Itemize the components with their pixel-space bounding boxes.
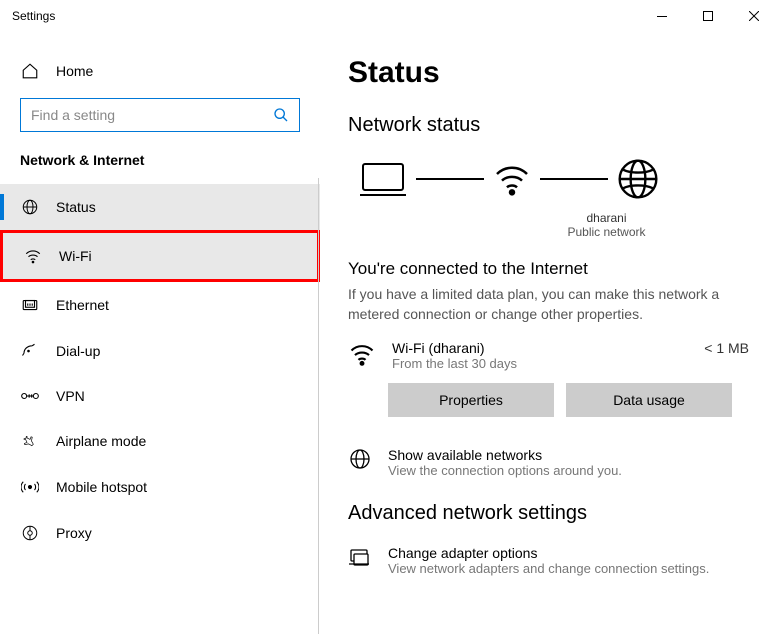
nav-label: Airplane mode [56,433,146,449]
nav-label: Dial-up [56,343,100,359]
search-icon [273,107,289,123]
vpn-icon [20,389,40,403]
diagram-labels: dharani Public network [464,211,749,239]
nav-hotspot[interactable]: Mobile hotspot [0,464,320,510]
search-placeholder: Find a setting [31,107,115,123]
nav-status[interactable]: Status [0,184,320,230]
home-label: Home [56,63,93,79]
maximize-button[interactable] [685,0,731,32]
adapter-title: Change adapter options [388,545,709,561]
nav-proxy[interactable]: Proxy [0,510,320,556]
connection-name: Wi-Fi (dharani) [392,340,688,356]
main-content: Status Network status dharani Public net… [320,32,777,634]
sidebar: Home Find a setting Network & Internet S… [0,32,320,634]
nav-airplane[interactable]: Airplane mode [0,418,320,464]
adapter-sub: View network adapters and change connect… [388,561,709,576]
network-name: dharani [464,211,749,225]
network-status-title: Network status [348,114,749,137]
airplane-icon [20,432,40,450]
status-icon [20,198,40,216]
nav-wifi[interactable]: Wi-Fi [0,230,320,282]
proxy-icon [20,524,40,542]
divider [318,178,319,634]
data-usage-button[interactable]: Data usage [566,383,732,417]
adapter-icon [348,545,372,569]
globe-diagram-icon [616,157,660,201]
window-title: Settings [12,9,55,23]
nav-vpn[interactable]: VPN [0,374,320,418]
connection-sub: From the last 30 days [392,356,688,371]
nav-label: Proxy [56,525,92,541]
nav-label: Mobile hotspot [56,479,147,495]
page-title: Status [348,56,749,90]
connection-row: Wi-Fi (dharani) From the last 30 days < … [348,340,749,371]
network-diagram [348,157,749,201]
available-sub: View the connection options around you. [388,463,622,478]
connection-wifi-icon [348,340,376,368]
category-title: Network & Internet [0,152,320,184]
advanced-title: Advanced network settings [348,502,749,525]
properties-button[interactable]: Properties [388,383,554,417]
show-available-networks[interactable]: Show available networks View the connect… [348,447,749,478]
nav-label: VPN [56,388,85,404]
dialup-icon [20,342,40,360]
connected-title: You're connected to the Internet [348,259,749,279]
home-icon [20,62,40,80]
nav-label: Status [56,199,96,215]
nav-label: Ethernet [56,297,109,313]
close-button[interactable] [731,0,777,32]
window-controls [639,0,777,32]
change-adapter-options[interactable]: Change adapter options View network adap… [348,545,749,576]
search-input[interactable]: Find a setting [20,98,300,132]
wifi-diagram-icon [492,159,532,199]
nav-ethernet[interactable]: Ethernet [0,282,320,328]
nav-dialup[interactable]: Dial-up [0,328,320,374]
connection-usage: < 1 MB [704,340,749,356]
minimize-button[interactable] [639,0,685,32]
connected-desc: If you have a limited data plan, you can… [348,285,749,324]
ethernet-icon [20,296,40,314]
computer-icon [358,159,408,199]
globe-icon [348,447,372,471]
hotspot-icon [20,478,40,496]
nav-label: Wi-Fi [59,248,92,264]
network-type: Public network [464,225,749,239]
wifi-icon [23,247,43,265]
available-title: Show available networks [388,447,622,463]
home-nav[interactable]: Home [0,52,320,90]
